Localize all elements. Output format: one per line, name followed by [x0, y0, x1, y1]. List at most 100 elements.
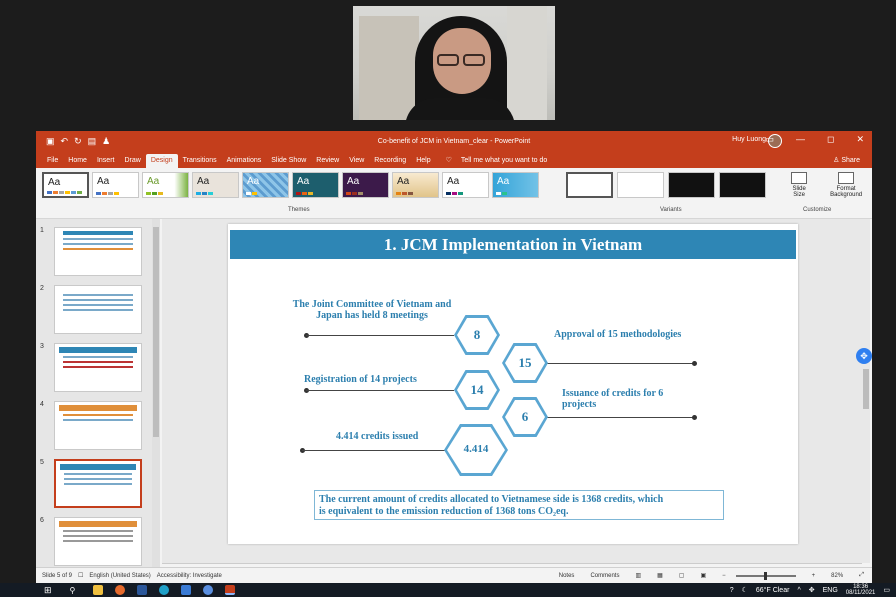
- tab-slide-show[interactable]: Slide Show: [266, 157, 311, 168]
- tab-home[interactable]: Home: [63, 157, 92, 168]
- maximize-button[interactable]: ◻: [827, 134, 834, 145]
- share-button[interactable]: ♙ Share: [833, 156, 860, 164]
- theme-2[interactable]: Aa: [92, 172, 139, 198]
- bullet-dot: [692, 415, 697, 420]
- accessibility-status[interactable]: Accessibility: Investigate: [157, 573, 222, 579]
- canvas-scrollbar[interactable]: [862, 219, 870, 563]
- language-indicator[interactable]: English (United States): [89, 573, 150, 579]
- zoom-app-icon[interactable]: [181, 585, 192, 595]
- slide-sorter-icon[interactable]: ▦: [657, 572, 663, 579]
- status-right: Notes Comments ▥ ▦ ▢ ▣ − + 82% ⤢: [553, 571, 864, 580]
- tab-file[interactable]: File: [42, 157, 63, 168]
- fit-slide-icon[interactable]: ⤢: [859, 572, 864, 579]
- windows-taskbar: ⊞ ⚲ ? ☾ 66°F Clear ^ ✥ ENG 18:36 08/11/2…: [0, 583, 896, 597]
- reading-view-icon[interactable]: ▢: [679, 572, 685, 579]
- spelling-icon[interactable]: ☐: [78, 572, 83, 579]
- slide-thumbnail-2[interactable]: [54, 285, 142, 334]
- tab-review[interactable]: Review: [311, 157, 344, 168]
- ribbon-display-icon[interactable]: ▭: [765, 134, 774, 145]
- language-code[interactable]: ENG: [823, 587, 838, 594]
- thumb-number: 3: [40, 343, 44, 350]
- tab-insert[interactable]: Insert: [92, 157, 120, 168]
- tab-transitions[interactable]: Transitions: [178, 157, 222, 168]
- theme-facet[interactable]: Aa: [142, 172, 189, 198]
- slide-size-button[interactable]: Slide Size: [786, 172, 812, 198]
- theme-wisp[interactable]: Aa: [492, 172, 539, 198]
- presenter-view-icon[interactable]: ▣: [700, 572, 706, 579]
- minimize-button[interactable]: —: [796, 134, 805, 145]
- bullet-dot: [692, 361, 697, 366]
- presenter-shirt: [405, 98, 515, 120]
- clock[interactable]: 18:36 08/11/2021: [846, 584, 876, 596]
- edge-icon[interactable]: [159, 585, 170, 595]
- variants-gallery: [566, 172, 766, 198]
- committee-label: The Joint Committee of Vietnam and Japan…: [292, 299, 452, 321]
- variant-2[interactable]: [617, 172, 664, 198]
- slide-thumbnail-4[interactable]: [54, 401, 142, 450]
- scrollbar-thumb[interactable]: [863, 369, 869, 409]
- background-wall: [507, 6, 547, 120]
- theme-label: Aa: [297, 176, 310, 187]
- format-background-button[interactable]: Format Background: [820, 172, 872, 198]
- hexagon-4414: 4.414: [444, 424, 508, 476]
- theme-ion-boardroom[interactable]: Aa: [292, 172, 339, 198]
- hexagon-14: 14: [454, 370, 500, 410]
- theme-label: Aa: [497, 176, 510, 187]
- tab-recording[interactable]: Recording: [369, 157, 411, 168]
- dropbox-tray-icon[interactable]: ✥: [809, 586, 815, 594]
- slide-thumbnail-3[interactable]: [54, 343, 142, 392]
- slide[interactable]: 1. JCM Implementation in Vietnam The Joi…: [228, 224, 798, 544]
- variant-4[interactable]: [719, 172, 766, 198]
- comments-toggle[interactable]: Comments: [590, 573, 619, 579]
- status-bar: Slide 5 of 9 ☐ English (United States) A…: [36, 567, 872, 583]
- weather-icon: ☾: [741, 587, 748, 594]
- zoom-in-icon[interactable]: +: [812, 573, 816, 579]
- close-button[interactable]: ✕: [856, 134, 864, 145]
- slide-size-icon: [791, 172, 808, 184]
- thumb-number: 6: [40, 517, 44, 524]
- theme-ion[interactable]: Aa: [242, 172, 289, 198]
- tab-design[interactable]: Design: [145, 154, 178, 168]
- slide-thumbnail-6[interactable]: [54, 517, 142, 566]
- tab-help[interactable]: Help: [411, 157, 435, 168]
- word-icon[interactable]: [137, 585, 148, 595]
- theme-retrospect[interactable]: Aa: [392, 172, 439, 198]
- zoom-slider-thumb[interactable]: [763, 571, 767, 580]
- slide-title[interactable]: 1. JCM Implementation in Vietnam: [230, 230, 796, 259]
- search-icon[interactable]: ⚲: [70, 586, 76, 595]
- dropbox-icon[interactable]: ✥: [856, 348, 872, 364]
- slide-thumbnail-5[interactable]: [54, 459, 142, 508]
- slide-thumbnail-1[interactable]: [54, 227, 142, 276]
- tab-draw[interactable]: Draw: [119, 157, 145, 168]
- weather-text[interactable]: 66°F Clear: [756, 587, 790, 594]
- format-background-label: Format Background: [830, 186, 863, 198]
- thumb-number: 2: [40, 285, 44, 292]
- scrollbar-thumb[interactable]: [153, 227, 159, 437]
- zoom-out-icon[interactable]: −: [722, 573, 726, 579]
- normal-view-icon[interactable]: ▥: [635, 572, 641, 579]
- zoom-meeting-icon[interactable]: [203, 585, 214, 595]
- notes-toggle[interactable]: Notes: [559, 573, 575, 579]
- chevron-up-icon[interactable]: ^: [797, 587, 800, 594]
- firefox-icon[interactable]: [115, 585, 126, 595]
- zoom-level[interactable]: 82%: [831, 573, 843, 579]
- theme-integral[interactable]: Aa: [192, 172, 239, 198]
- variant-3[interactable]: [668, 172, 715, 198]
- theme-organic[interactable]: Aa: [342, 172, 389, 198]
- tab-view[interactable]: View: [344, 157, 369, 168]
- zoom-slider[interactable]: [735, 571, 796, 580]
- thumbnails-scrollbar[interactable]: [152, 219, 160, 567]
- summary-textbox[interactable]: The current amount of credits allocated …: [314, 490, 724, 520]
- powerpoint-icon[interactable]: [225, 585, 236, 595]
- tab-animations[interactable]: Animations: [222, 157, 267, 168]
- help-icon[interactable]: ?: [730, 587, 734, 594]
- summary-line-2: is equivalent to the emission reduction …: [319, 506, 569, 517]
- format-background-icon: [838, 172, 855, 184]
- theme-office[interactable]: Aa: [42, 172, 89, 198]
- variant-1[interactable]: [566, 172, 613, 198]
- tell-me-search[interactable]: Tell me what you want to do: [456, 157, 552, 168]
- notification-icon[interactable]: ▭: [883, 586, 890, 594]
- file-explorer-icon[interactable]: [93, 585, 104, 595]
- windows-start-icon[interactable]: ⊞: [44, 585, 52, 596]
- theme-slice[interactable]: Aa: [442, 172, 489, 198]
